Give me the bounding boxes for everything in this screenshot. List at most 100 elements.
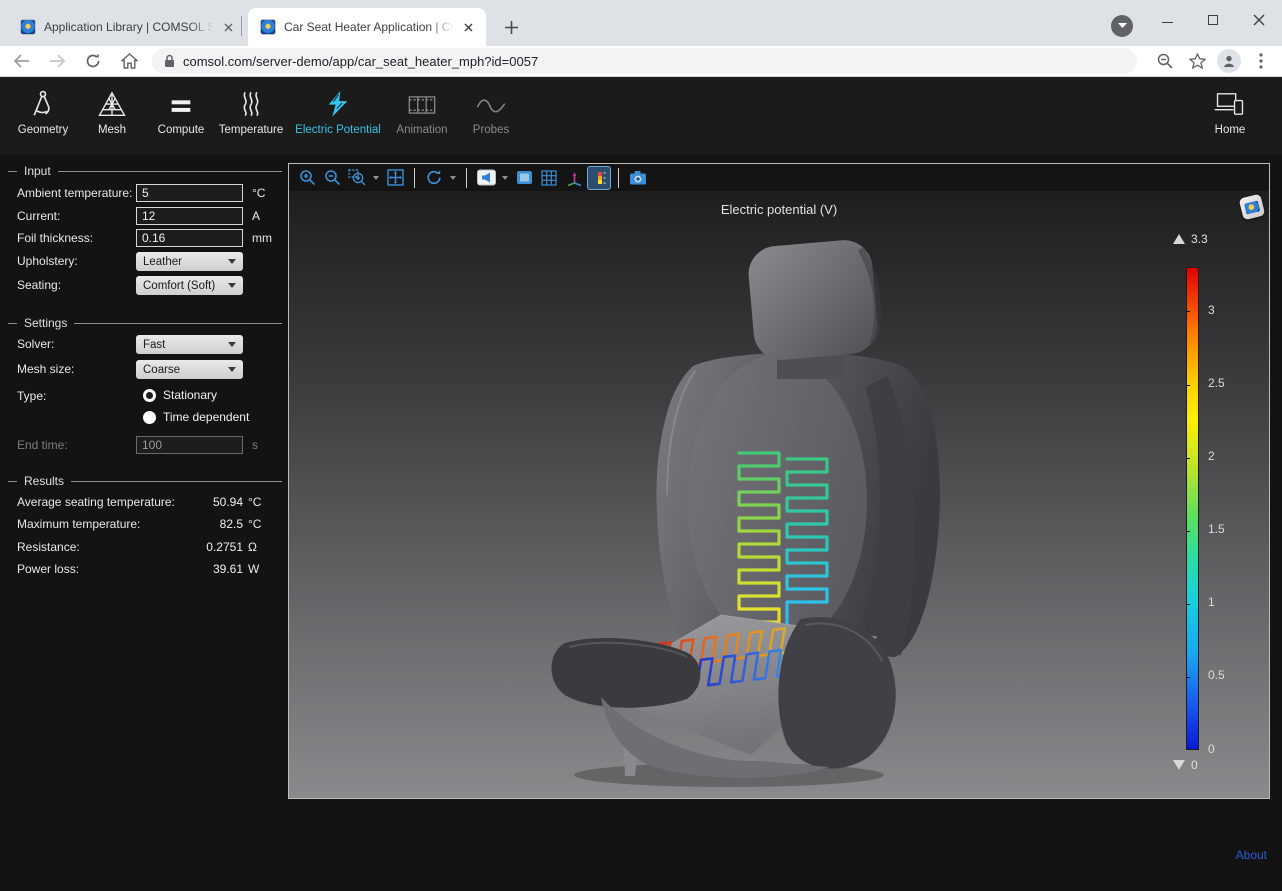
zoom-in-icon[interactable]	[296, 167, 318, 189]
color-legend-toggle[interactable]	[588, 167, 610, 189]
seating-dropdown[interactable]: Comfort (Soft)	[136, 276, 243, 295]
result-row-resistance: Resistance: 0.2751 Ω	[17, 538, 271, 556]
chevron-down-icon[interactable]	[448, 167, 458, 189]
url-omnibox[interactable]: comsol.com/server-demo/app/car_seat_heat…	[152, 48, 1137, 74]
section-header-settings: Settings	[8, 316, 282, 330]
mesh-size-dropdown[interactable]: Coarse	[136, 360, 243, 379]
lightning-bolt-icon	[324, 87, 352, 119]
ribbon-home-button[interactable]: Home	[1192, 87, 1268, 136]
window-maximize-button[interactable]	[1190, 0, 1236, 40]
ribbon-probes-button[interactable]: Probes	[453, 87, 529, 136]
toolbar-separator	[618, 168, 619, 188]
section-header-results: Results	[8, 474, 282, 488]
film-strip-icon	[407, 87, 437, 119]
ribbon-electric-potential-button[interactable]: Electric Potential	[292, 87, 384, 136]
default-view-icon[interactable]	[475, 167, 497, 189]
field-row-upholstery: Upholstery: Leather	[17, 252, 277, 272]
reload-icon[interactable]	[78, 48, 108, 74]
compute-equals-icon	[167, 87, 195, 119]
legend-min: 0	[1173, 758, 1198, 772]
reset-view-icon[interactable]	[423, 167, 445, 189]
chevron-down-icon	[228, 367, 236, 372]
settings-sidebar: Input Ambient temperature: °C Current: A…	[0, 155, 288, 891]
back-icon[interactable]	[6, 48, 36, 74]
chevron-down-icon[interactable]	[371, 167, 381, 189]
tab-close-icon[interactable]	[220, 19, 236, 35]
legend-tick: 3	[1208, 303, 1215, 317]
radio-selected-icon	[143, 389, 156, 402]
tab-separator	[241, 16, 242, 36]
tab-car-seat-heater[interactable]: Car Seat Heater Application | CO	[248, 8, 486, 46]
screenshot-camera-icon[interactable]	[627, 167, 649, 189]
radio-time-dependent[interactable]: Time dependent	[143, 409, 249, 425]
radio-stationary[interactable]: Stationary	[143, 387, 217, 403]
chevron-down-icon	[228, 259, 236, 264]
end-time-input[interactable]	[136, 436, 243, 454]
new-tab-button[interactable]	[497, 13, 525, 41]
legend-tick: 2	[1208, 449, 1215, 463]
plot-area[interactable]: Electric potential (V)	[289, 191, 1269, 798]
tab-close-icon[interactable]	[460, 19, 476, 35]
tab-search-button[interactable]	[1111, 15, 1133, 37]
tab-application-library[interactable]: Application Library | COMSOL Se	[8, 8, 246, 46]
devices-home-icon	[1213, 87, 1247, 119]
field-row-ambient-temperature: Ambient temperature: °C	[17, 184, 277, 204]
result-value: 50.94	[213, 495, 243, 509]
app-ribbon: Geometry Mesh Compute Temperature	[0, 77, 1282, 155]
sine-wave-icon	[475, 87, 507, 119]
toolbar-separator	[414, 168, 415, 188]
result-value: 82.5	[220, 517, 243, 531]
legend-tick: 2.5	[1208, 376, 1225, 390]
geometry-compass-icon	[28, 87, 58, 119]
result-row-maximum-temperature: Maximum temperature: 82.5 °C	[17, 515, 271, 533]
legend-max: 3.3	[1173, 232, 1208, 246]
field-row-seating: Seating: Comfort (Soft)	[17, 276, 277, 296]
upholstery-dropdown[interactable]: Leather	[136, 252, 243, 271]
graphics-toolbar	[289, 164, 1269, 191]
foil-thickness-input[interactable]	[136, 229, 243, 247]
legend-tick: 1.5	[1208, 522, 1225, 536]
radio-unselected-icon	[143, 411, 156, 424]
graphics-panel: Electric potential (V)	[288, 163, 1270, 799]
result-value: 39.61	[213, 562, 243, 576]
home-icon[interactable]	[114, 48, 144, 74]
field-row-solver: Solver: Fast	[17, 335, 277, 355]
lock-icon	[164, 54, 175, 68]
ambient-temperature-input[interactable]	[136, 184, 243, 202]
ribbon-compute-button[interactable]: Compute	[143, 87, 219, 136]
zoom-box-icon[interactable]	[346, 167, 368, 189]
scene-light-icon[interactable]	[513, 167, 535, 189]
current-input[interactable]	[136, 207, 243, 225]
comsol-app: Geometry Mesh Compute Temperature	[0, 77, 1282, 891]
zoom-out-icon[interactable]	[321, 167, 343, 189]
color-scale-bar	[1186, 267, 1199, 750]
chevron-down-icon[interactable]	[500, 167, 510, 189]
forward-icon[interactable]	[42, 48, 72, 74]
about-link[interactable]: About	[1236, 848, 1267, 862]
tab-title: Car Seat Heater Application | CO	[284, 20, 454, 34]
chevron-down-icon	[228, 342, 236, 347]
axis-orientation-icon[interactable]	[563, 167, 585, 189]
solver-dropdown[interactable]: Fast	[136, 335, 243, 354]
comsol-favicon	[20, 19, 36, 35]
ribbon-temperature-button[interactable]: Temperature	[213, 87, 289, 136]
legend-tick: 0.5	[1208, 668, 1225, 682]
zoom-extents-icon[interactable]	[384, 167, 406, 189]
window-minimize-button[interactable]	[1144, 0, 1190, 40]
ribbon-mesh-button[interactable]: Mesh	[74, 87, 150, 136]
chevron-down-icon	[228, 283, 236, 288]
profile-avatar[interactable]	[1215, 48, 1243, 74]
section-header-input: Input	[8, 164, 282, 178]
browser-menu-icon[interactable]	[1247, 48, 1275, 74]
bookmark-star-icon[interactable]	[1183, 48, 1211, 74]
min-arrow-icon	[1173, 760, 1185, 770]
url-text: comsol.com/server-demo/app/car_seat_heat…	[183, 54, 538, 69]
ribbon-animation-button[interactable]: Animation	[384, 87, 460, 136]
legend-tick: 0	[1208, 742, 1215, 756]
grid-icon[interactable]	[538, 167, 560, 189]
page-zoom-icon[interactable]	[1151, 48, 1179, 74]
ribbon-geometry-button[interactable]: Geometry	[5, 87, 81, 136]
result-value: 0.2751	[206, 540, 243, 554]
window-close-button[interactable]	[1236, 0, 1282, 40]
tab-title: Application Library | COMSOL Se	[44, 20, 214, 34]
